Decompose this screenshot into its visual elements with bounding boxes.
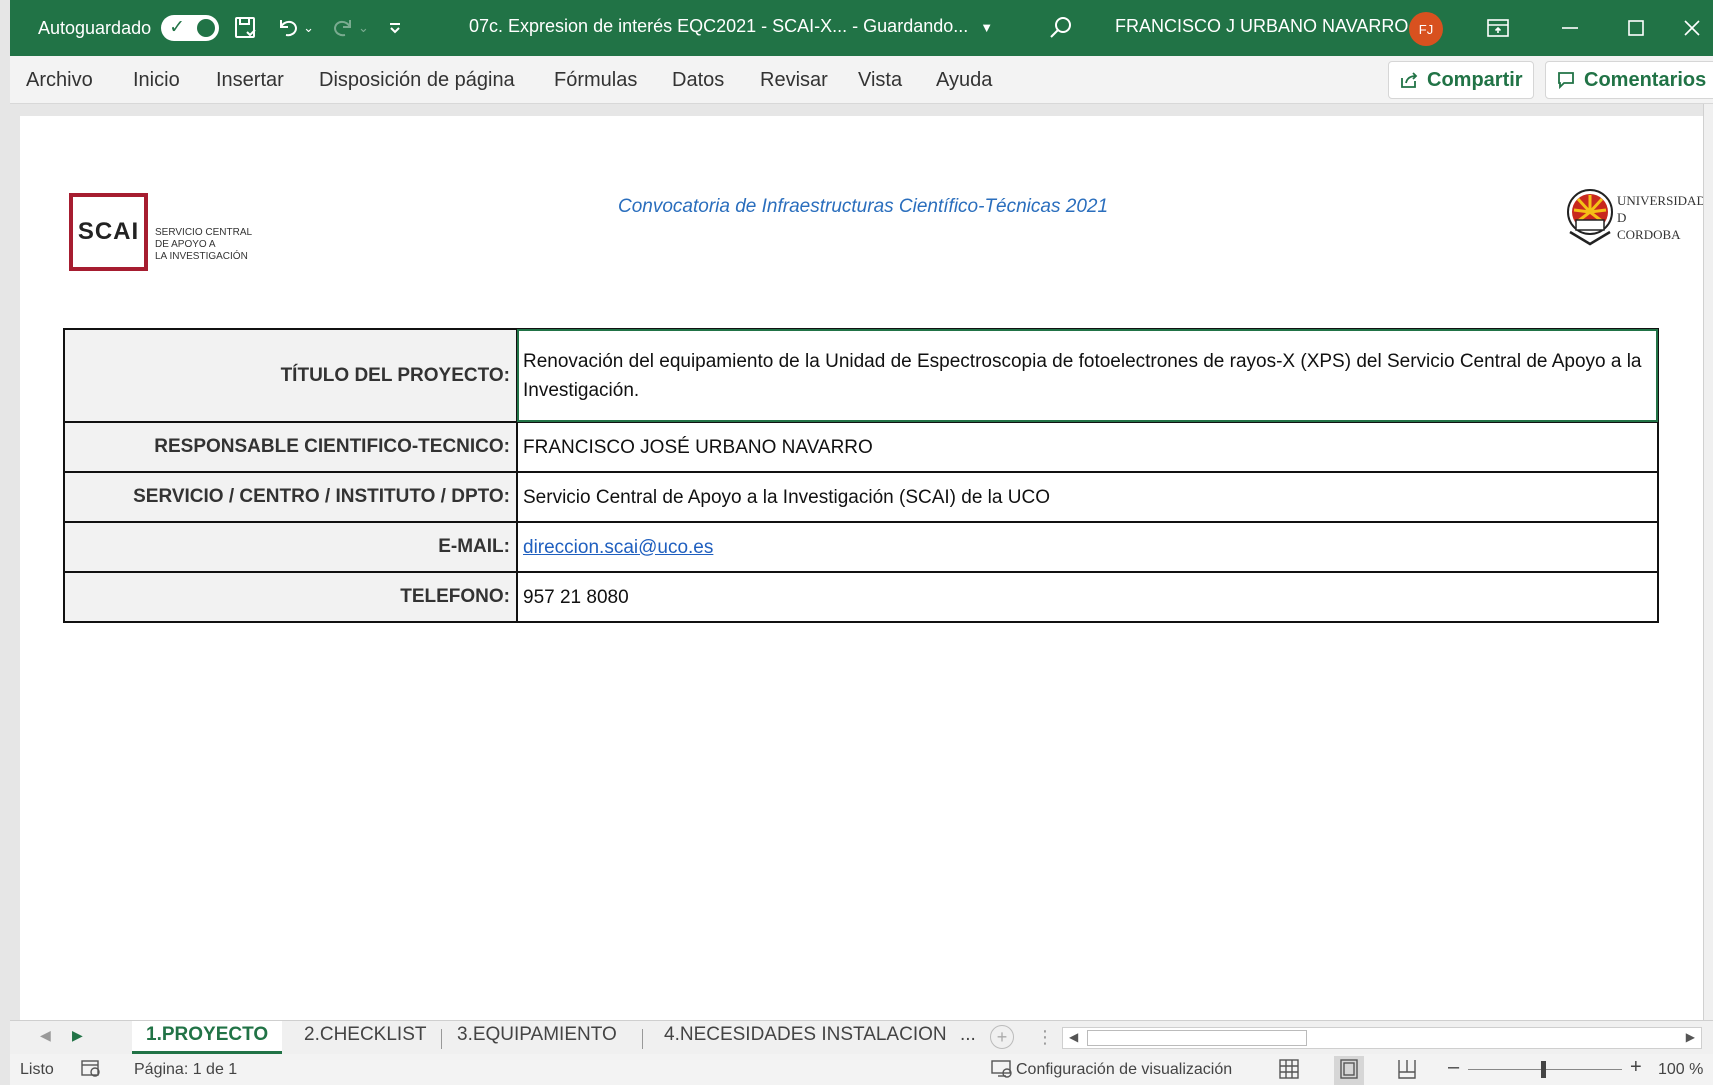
tab-proyecto[interactable]: 1.PROYECTO xyxy=(132,1021,283,1054)
phone-cell[interactable]: 957 21 8080 xyxy=(516,571,1659,623)
table-row: TÍTULO DEL PROYECTO: Renovación del equi… xyxy=(63,328,1659,423)
horizontal-scrollbar[interactable]: ◀ ▶ xyxy=(1062,1027,1702,1049)
autosave-label: Autoguardado xyxy=(38,17,152,38)
avatar[interactable]: FJ xyxy=(1409,12,1443,46)
search-icon[interactable] xyxy=(1047,13,1075,43)
display-settings[interactable]: Configuración de visualización xyxy=(1016,1061,1232,1079)
tab-checklist[interactable]: 2.CHECKLIST xyxy=(304,1024,426,1046)
scai-logo-mark: SCAI xyxy=(69,193,148,271)
page: SCAI SERVICIO CENTRAL DE APOYO A LA INVE… xyxy=(20,116,1706,1020)
normal-view-icon[interactable] xyxy=(1278,1058,1300,1085)
service-cell[interactable]: Servicio Central de Apoyo a la Investiga… xyxy=(516,471,1659,523)
undo-dropdown-icon[interactable]: ⌄ xyxy=(303,13,314,43)
page-layout-view-icon[interactable] xyxy=(1334,1056,1364,1085)
menu-datos[interactable]: Datos xyxy=(672,69,724,92)
share-button[interactable]: Compartir xyxy=(1388,61,1534,99)
comments-button[interactable]: Comentarios xyxy=(1545,61,1713,99)
save-icon[interactable] xyxy=(233,13,259,43)
menu-archivo[interactable]: Archivo xyxy=(26,69,93,92)
menu-ayuda[interactable]: Ayuda xyxy=(936,69,992,92)
user-name[interactable]: FRANCISCO J URBANO NAVARRO xyxy=(1115,16,1408,37)
uco-logo-text: UNIVERSIDAD D CORDOBA xyxy=(1617,193,1706,242)
sheet-subtitle: Convocatoria de Infraestructuras Científ… xyxy=(618,196,1109,217)
scroll-right-icon[interactable]: ▶ xyxy=(1686,1030,1695,1044)
row-label[interactable]: TÍTULO DEL PROYECTO: xyxy=(63,328,518,423)
excel-window: Autoguardado ✓ ⌄ ⌄ 07c. Expresion de int… xyxy=(0,0,1713,1085)
status-bar: Listo Página: 1 de 1 Configuración de vi… xyxy=(10,1054,1713,1085)
zoom-level[interactable]: 100 % xyxy=(1658,1061,1703,1079)
menu-bar: Archivo Inicio Insertar Disposición de p… xyxy=(10,56,1713,104)
table-row: RESPONSABLE CIENTIFICO-TECNICO: FRANCISC… xyxy=(63,421,1659,473)
redo-dropdown-icon: ⌄ xyxy=(358,20,369,35)
page-break-view-icon[interactable] xyxy=(1396,1058,1418,1085)
title-dropdown-icon[interactable]: ▼ xyxy=(980,20,993,35)
scai-logo-text: SERVICIO CENTRAL DE APOYO A LA INVESTIGA… xyxy=(155,227,253,262)
email-link[interactable]: direccion.scai@uco.es xyxy=(523,537,713,558)
row-label[interactable]: SERVICIO / CENTRO / INSTITUTO / DPTO: xyxy=(63,471,518,523)
customize-toolbar-icon[interactable] xyxy=(387,13,403,43)
email-cell[interactable]: direccion.scai@uco.es xyxy=(516,521,1659,573)
table-row: E-MAIL: direccion.scai@uco.es xyxy=(63,521,1659,573)
zoom-in-icon[interactable]: + xyxy=(1630,1056,1642,1079)
scroll-left-icon[interactable]: ◀ xyxy=(1069,1030,1078,1044)
status-page: Página: 1 de 1 xyxy=(134,1061,238,1078)
tab-prev-icon[interactable]: ◀ xyxy=(40,1027,51,1044)
more-options-icon[interactable]: ⋮ xyxy=(1036,1027,1054,1048)
sheet-tabs-bar: ◀ ▶ 1.PROYECTO 2.CHECKLIST 3.EQUIPAMIENT… xyxy=(10,1020,1713,1054)
status-ready: Listo xyxy=(20,1061,54,1078)
add-sheet-icon[interactable]: + xyxy=(990,1025,1014,1049)
row-label[interactable]: TELEFONO: xyxy=(63,571,518,623)
uco-emblem-icon xyxy=(1567,189,1613,246)
tab-equipamiento[interactable]: 3.EQUIPAMIENTO xyxy=(457,1024,617,1046)
scroll-thumb[interactable] xyxy=(1087,1030,1307,1046)
ribbon-display-icon[interactable] xyxy=(1478,10,1518,46)
vertical-scrollbar[interactable] xyxy=(1703,104,1713,1020)
menu-vista[interactable]: Vista xyxy=(858,69,902,92)
close-icon[interactable] xyxy=(1672,10,1712,46)
display-settings-icon[interactable] xyxy=(990,1059,1014,1084)
title-bar: Autoguardado ✓ ⌄ ⌄ 07c. Expresion de int… xyxy=(10,0,1713,56)
project-info-table: TÍTULO DEL PROYECTO: Renovación del equi… xyxy=(63,328,1659,623)
sheet-area: SCAI SERVICIO CENTRAL DE APOYO A LA INVE… xyxy=(10,104,1713,1020)
responsible-cell[interactable]: FRANCISCO JOSÉ URBANO NAVARRO xyxy=(516,421,1659,473)
project-title-cell[interactable]: Renovación del equipamiento de la Unidad… xyxy=(516,328,1659,423)
page-setup-icon[interactable] xyxy=(80,1059,102,1084)
redo-icon xyxy=(330,13,356,43)
table-row: SERVICIO / CENTRO / INSTITUTO / DPTO: Se… xyxy=(63,471,1659,523)
menu-inicio[interactable]: Inicio xyxy=(133,69,180,92)
maximize-icon[interactable] xyxy=(1616,10,1656,46)
row-label[interactable]: E-MAIL: xyxy=(63,521,518,573)
undo-icon[interactable] xyxy=(275,13,301,43)
uco-logo: UNIVERSIDAD D CORDOBA xyxy=(1562,186,1706,256)
menu-formulas[interactable]: Fórmulas xyxy=(554,69,637,92)
autosave-toggle[interactable]: ✓ xyxy=(161,15,220,41)
menu-insertar[interactable]: Insertar xyxy=(216,69,284,92)
zoom-out-icon[interactable]: – xyxy=(1448,1056,1459,1079)
tab-next-icon[interactable]: ▶ xyxy=(72,1027,83,1044)
document-title[interactable]: 07c. Expresion de interés EQC2021 - SCAI… xyxy=(469,16,993,37)
zoom-slider-thumb[interactable] xyxy=(1541,1061,1546,1078)
check-icon: ✓ xyxy=(169,17,186,38)
scai-logo: SCAI SERVICIO CENTRAL DE APOYO A LA INVE… xyxy=(69,193,252,271)
tab-overflow[interactable]: ... xyxy=(960,1024,976,1046)
minimize-icon[interactable] xyxy=(1550,10,1590,46)
table-row: TELEFONO: 957 21 8080 xyxy=(63,571,1659,623)
comment-icon xyxy=(1558,72,1574,90)
share-icon xyxy=(1401,72,1418,88)
tab-necesidades[interactable]: 4.NECESIDADES INSTALACION xyxy=(664,1024,947,1046)
menu-revisar[interactable]: Revisar xyxy=(760,69,828,92)
row-label[interactable]: RESPONSABLE CIENTIFICO-TECNICO: xyxy=(63,421,518,473)
menu-disposicion[interactable]: Disposición de página xyxy=(319,69,515,92)
